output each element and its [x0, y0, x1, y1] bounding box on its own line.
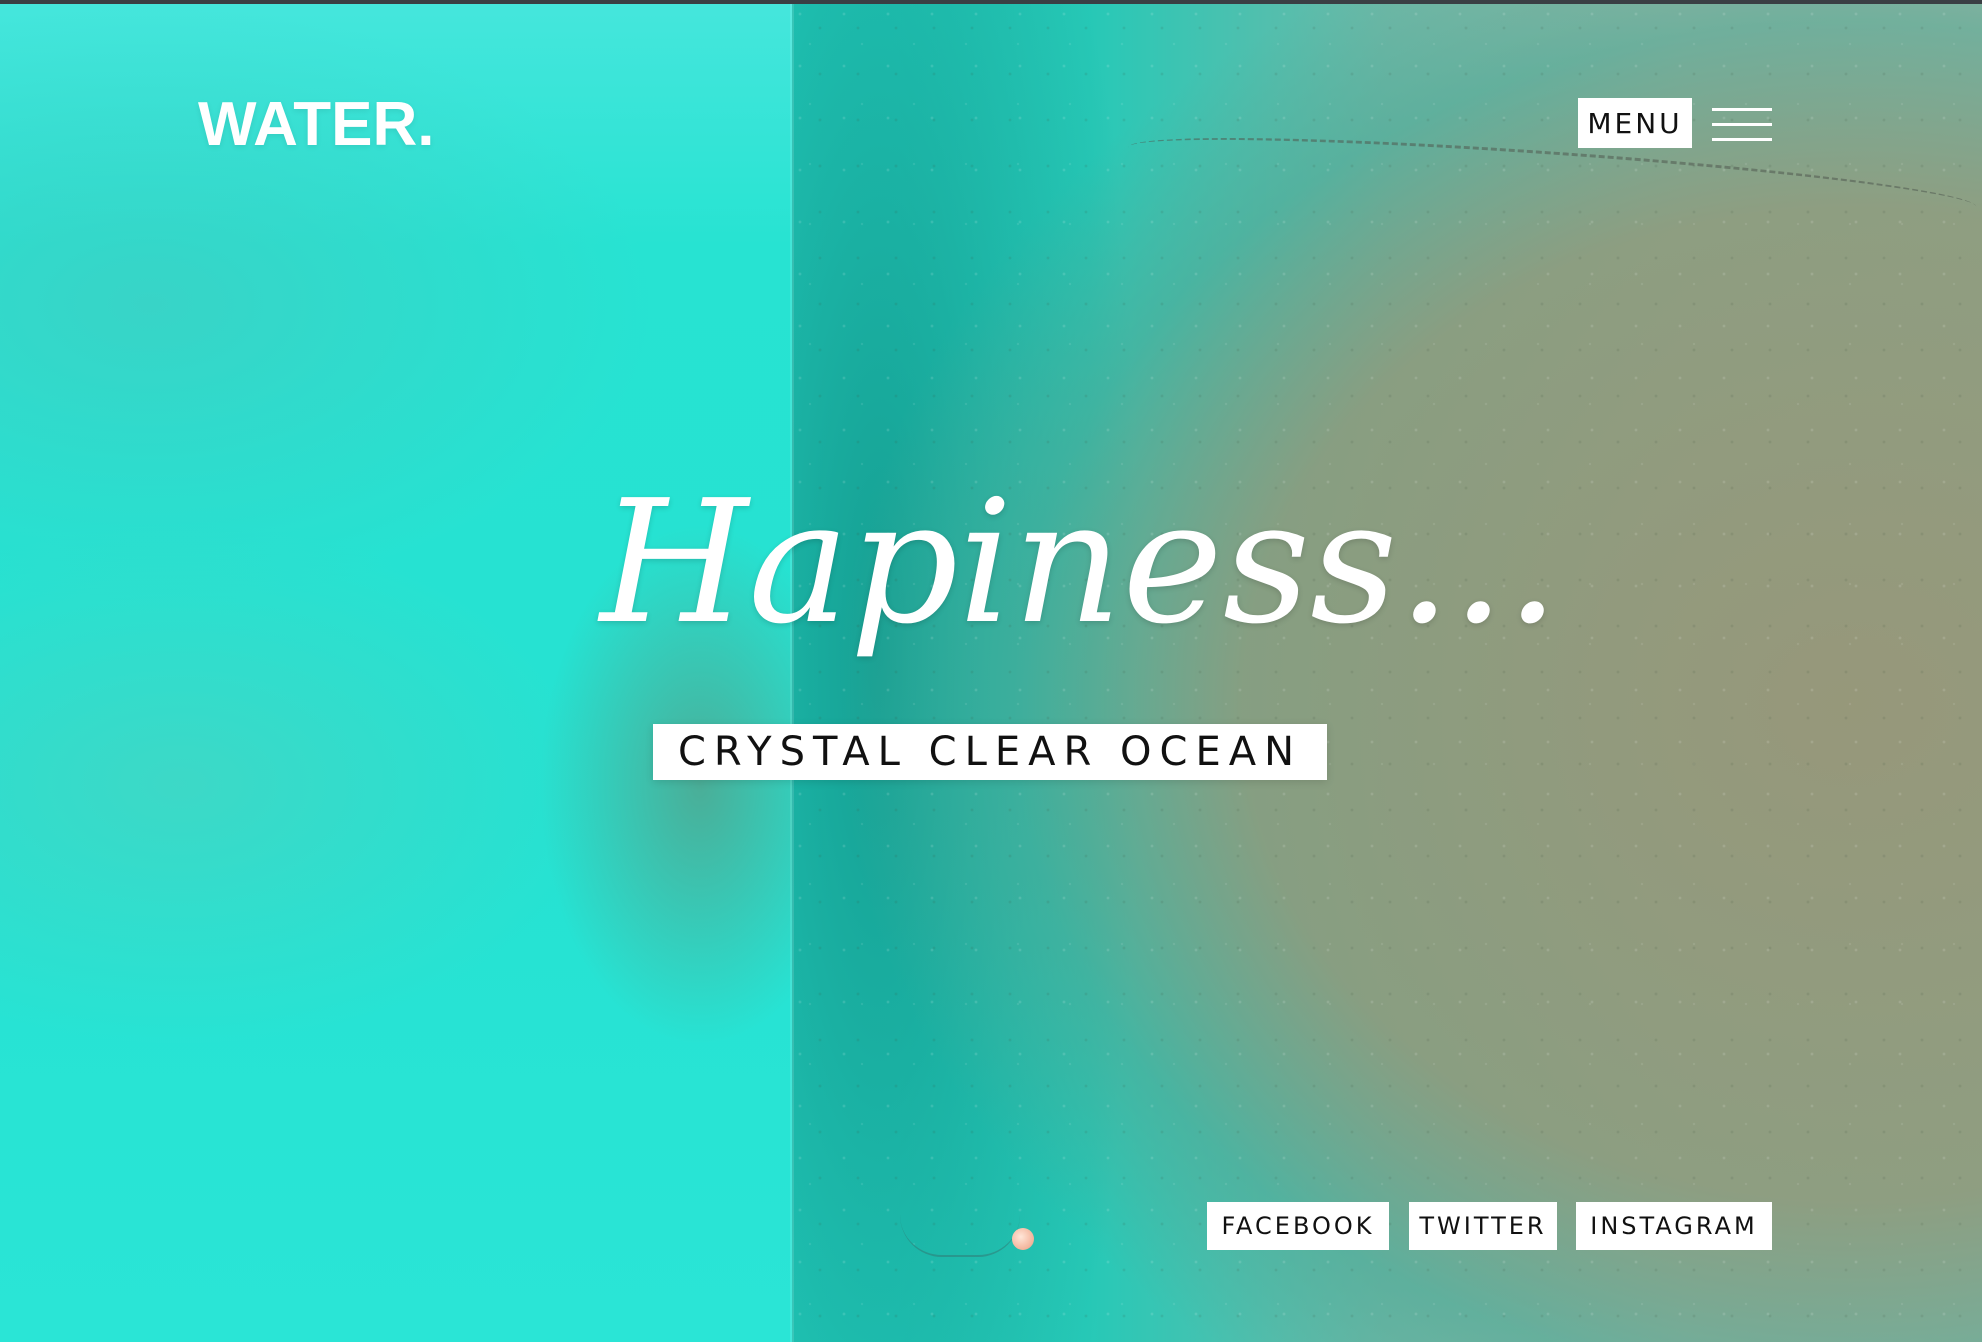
twitter-link[interactable]: TWITTER	[1409, 1202, 1557, 1250]
page: WATER. MENU Hapiness... CRYSTAL CLEAR OC…	[0, 0, 1982, 1342]
instagram-link[interactable]: INSTAGRAM	[1576, 1202, 1772, 1250]
left-blur-panel	[0, 4, 792, 1342]
menu-button[interactable]: MENU	[1578, 98, 1692, 148]
hero-subtitle: CRYSTAL CLEAR OCEAN	[653, 724, 1327, 780]
facebook-link[interactable]: FACEBOOK	[1207, 1202, 1389, 1250]
site-logo[interactable]: WATER.	[198, 94, 435, 156]
hero-headline: Hapiness...	[600, 464, 1560, 662]
background-float	[1012, 1228, 1034, 1250]
panel-divider	[790, 4, 794, 1342]
hamburger-icon[interactable]	[1712, 106, 1772, 144]
